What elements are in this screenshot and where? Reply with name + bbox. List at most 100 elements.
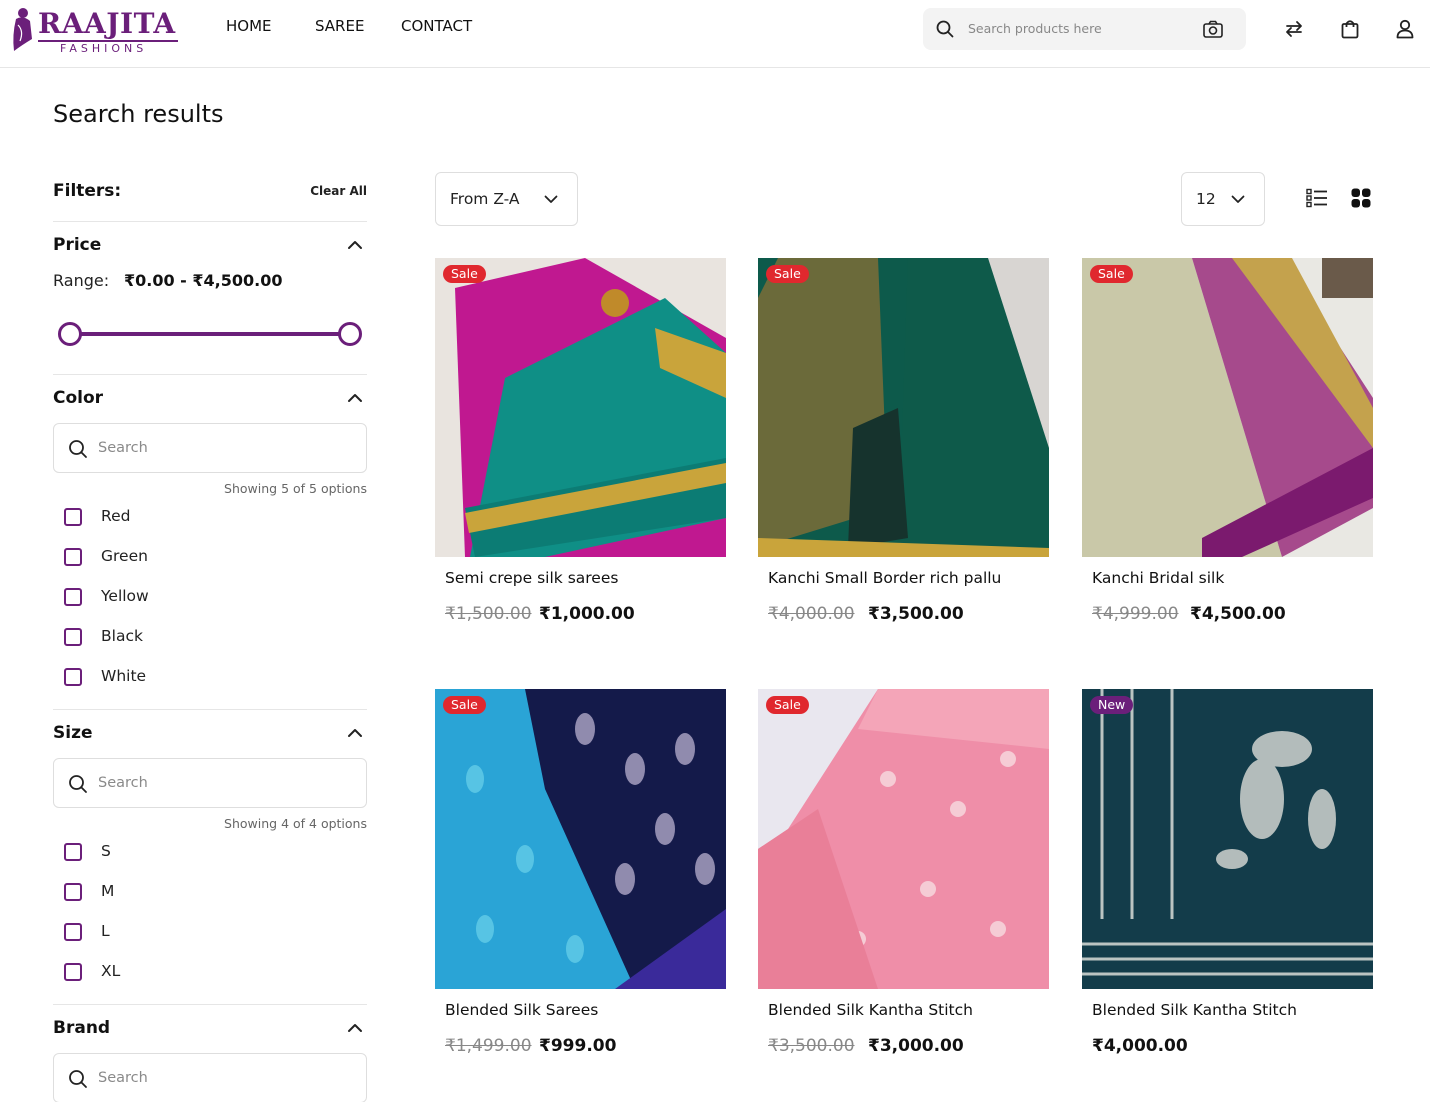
size-section-title: Size (53, 723, 93, 743)
product-old-price: ₹3,500.00 (768, 1036, 855, 1056)
product-image[interactable]: Sale (435, 258, 726, 557)
product-image[interactable]: Sale (1082, 258, 1373, 557)
product-card[interactable]: Sale Kanchi Small Border rich pallu ₹4,0… (758, 258, 1049, 628)
color-search-input[interactable]: Search (98, 440, 148, 456)
search-input[interactable]: Search products here (968, 21, 1102, 36)
divider (53, 709, 367, 710)
product-price: ₹3,000.00 (868, 1036, 964, 1056)
price-slider-min-handle[interactable] (58, 322, 82, 346)
new-badge: New (1090, 696, 1134, 714)
product-name[interactable]: Kanchi Small Border rich pallu (768, 569, 1001, 587)
bag-icon[interactable] (1341, 19, 1359, 39)
chevron-up-icon[interactable] (347, 240, 363, 250)
brand-search-field[interactable]: Search (53, 1053, 367, 1102)
checkbox[interactable] (64, 548, 82, 566)
price-slider-max-handle[interactable] (338, 322, 362, 346)
product-image-graphic (758, 689, 1049, 989)
grid-view-icon[interactable] (1351, 188, 1371, 208)
filters-heading: Filters: (53, 181, 122, 201)
clear-all-link[interactable]: Clear All (310, 184, 367, 198)
chevron-up-icon[interactable] (347, 393, 363, 403)
list-view-icon[interactable] (1306, 188, 1328, 208)
nav-contact[interactable]: CONTACT (401, 17, 472, 35)
chevron-up-icon[interactable] (347, 728, 363, 738)
product-old-price: ₹1,499.00 (445, 1036, 532, 1056)
user-icon[interactable] (1396, 19, 1414, 39)
option-label: Red (101, 507, 131, 525)
product-old-price: ₹1,500.00 (445, 604, 532, 624)
brand-search-input[interactable]: Search (98, 1070, 148, 1086)
search-icon (936, 20, 954, 38)
logo-wordmark: RAAJITA (38, 7, 176, 40)
chevron-up-icon[interactable] (347, 1023, 363, 1033)
product-price: ₹999.00 (539, 1036, 617, 1056)
checkbox[interactable] (64, 508, 82, 526)
option-label: Green (101, 547, 148, 565)
product-image-graphic (1082, 258, 1373, 557)
product-name[interactable]: Blended Silk Kantha Stitch (768, 1001, 973, 1019)
per-page-select[interactable]: 12 (1181, 172, 1265, 226)
page-title: Search results (53, 100, 224, 128)
product-name[interactable]: Kanchi Bridal silk (1092, 569, 1224, 587)
checkbox[interactable] (64, 963, 82, 981)
product-price: ₹4,000.00 (1092, 1036, 1188, 1056)
color-search-field[interactable]: Search (53, 423, 367, 473)
product-card[interactable]: Sale Blended Silk Kantha Stitch ₹3,500.0… (758, 689, 1049, 1069)
sort-select[interactable]: From Z-A (435, 172, 578, 226)
search-bar[interactable]: Search products here (923, 8, 1246, 50)
checkbox[interactable] (64, 588, 82, 606)
option-label: S (101, 842, 111, 860)
product-old-price: ₹4,000.00 (768, 604, 855, 624)
size-search-field[interactable]: Search (53, 758, 367, 808)
product-name[interactable]: Semi crepe silk sarees (445, 569, 618, 587)
search-icon (69, 775, 87, 793)
size-options-count: Showing 4 of 4 options (224, 816, 367, 831)
divider (53, 221, 367, 222)
product-image[interactable]: Sale (758, 258, 1049, 557)
sale-badge: Sale (766, 696, 809, 714)
color-section-title: Color (53, 388, 104, 408)
chevron-down-icon (1231, 195, 1245, 203)
product-price: ₹4,500.00 (1190, 604, 1286, 624)
product-image[interactable]: Sale (435, 689, 726, 989)
product-image[interactable]: New (1082, 689, 1373, 989)
nav-home[interactable]: HOME (226, 17, 272, 35)
option-label: L (101, 922, 110, 940)
chevron-down-icon (544, 195, 558, 203)
option-label: XL (101, 962, 121, 980)
per-page-value: 12 (1196, 190, 1216, 208)
camera-icon[interactable] (1203, 20, 1223, 38)
product-name[interactable]: Blended Silk Sarees (445, 1001, 598, 1019)
product-image-graphic (1082, 689, 1373, 989)
product-image[interactable]: Sale (758, 689, 1049, 989)
price-range-label: Range: (53, 271, 110, 290)
product-card[interactable]: Sale Semi crepe silk sarees ₹1,500.00 ₹1… (435, 258, 726, 628)
option-label: Black (101, 627, 143, 645)
price-range-value: ₹0.00 - ₹4,500.00 (124, 271, 283, 290)
option-label: M (101, 882, 115, 900)
size-search-input[interactable]: Search (98, 775, 148, 791)
product-card[interactable]: New Blended Silk Kantha Stitch ₹4,000.00 (1082, 689, 1373, 1069)
nav-saree[interactable]: SAREE (315, 17, 364, 35)
compare-icon[interactable] (1284, 19, 1304, 39)
sale-badge: Sale (766, 265, 809, 283)
checkbox[interactable] (64, 843, 82, 861)
sort-value: From Z-A (450, 190, 520, 208)
logo-subtitle: FASHIONS (60, 42, 148, 55)
checkbox[interactable] (64, 628, 82, 646)
product-card[interactable]: Sale Blended Silk Sarees ₹1,499.00 ₹999.… (435, 689, 726, 1069)
checkbox[interactable] (64, 883, 82, 901)
product-card[interactable]: Sale Kanchi Bridal silk ₹4,999.00 ₹4,500… (1082, 258, 1373, 628)
price-section-title: Price (53, 235, 102, 255)
checkbox[interactable] (64, 668, 82, 686)
product-price: ₹1,000.00 (539, 604, 635, 624)
search-icon (69, 440, 87, 458)
price-slider-track[interactable] (70, 332, 350, 336)
checkbox[interactable] (64, 923, 82, 941)
site-header: RAAJITA FASHIONS HOME SAREE CONTACT Sear… (0, 0, 1430, 68)
option-label: Yellow (101, 587, 149, 605)
brand-logo[interactable]: RAAJITA FASHIONS (8, 5, 180, 55)
product-name[interactable]: Blended Silk Kantha Stitch (1092, 1001, 1297, 1019)
sale-badge: Sale (443, 696, 486, 714)
color-options-count: Showing 5 of 5 options (224, 481, 367, 496)
